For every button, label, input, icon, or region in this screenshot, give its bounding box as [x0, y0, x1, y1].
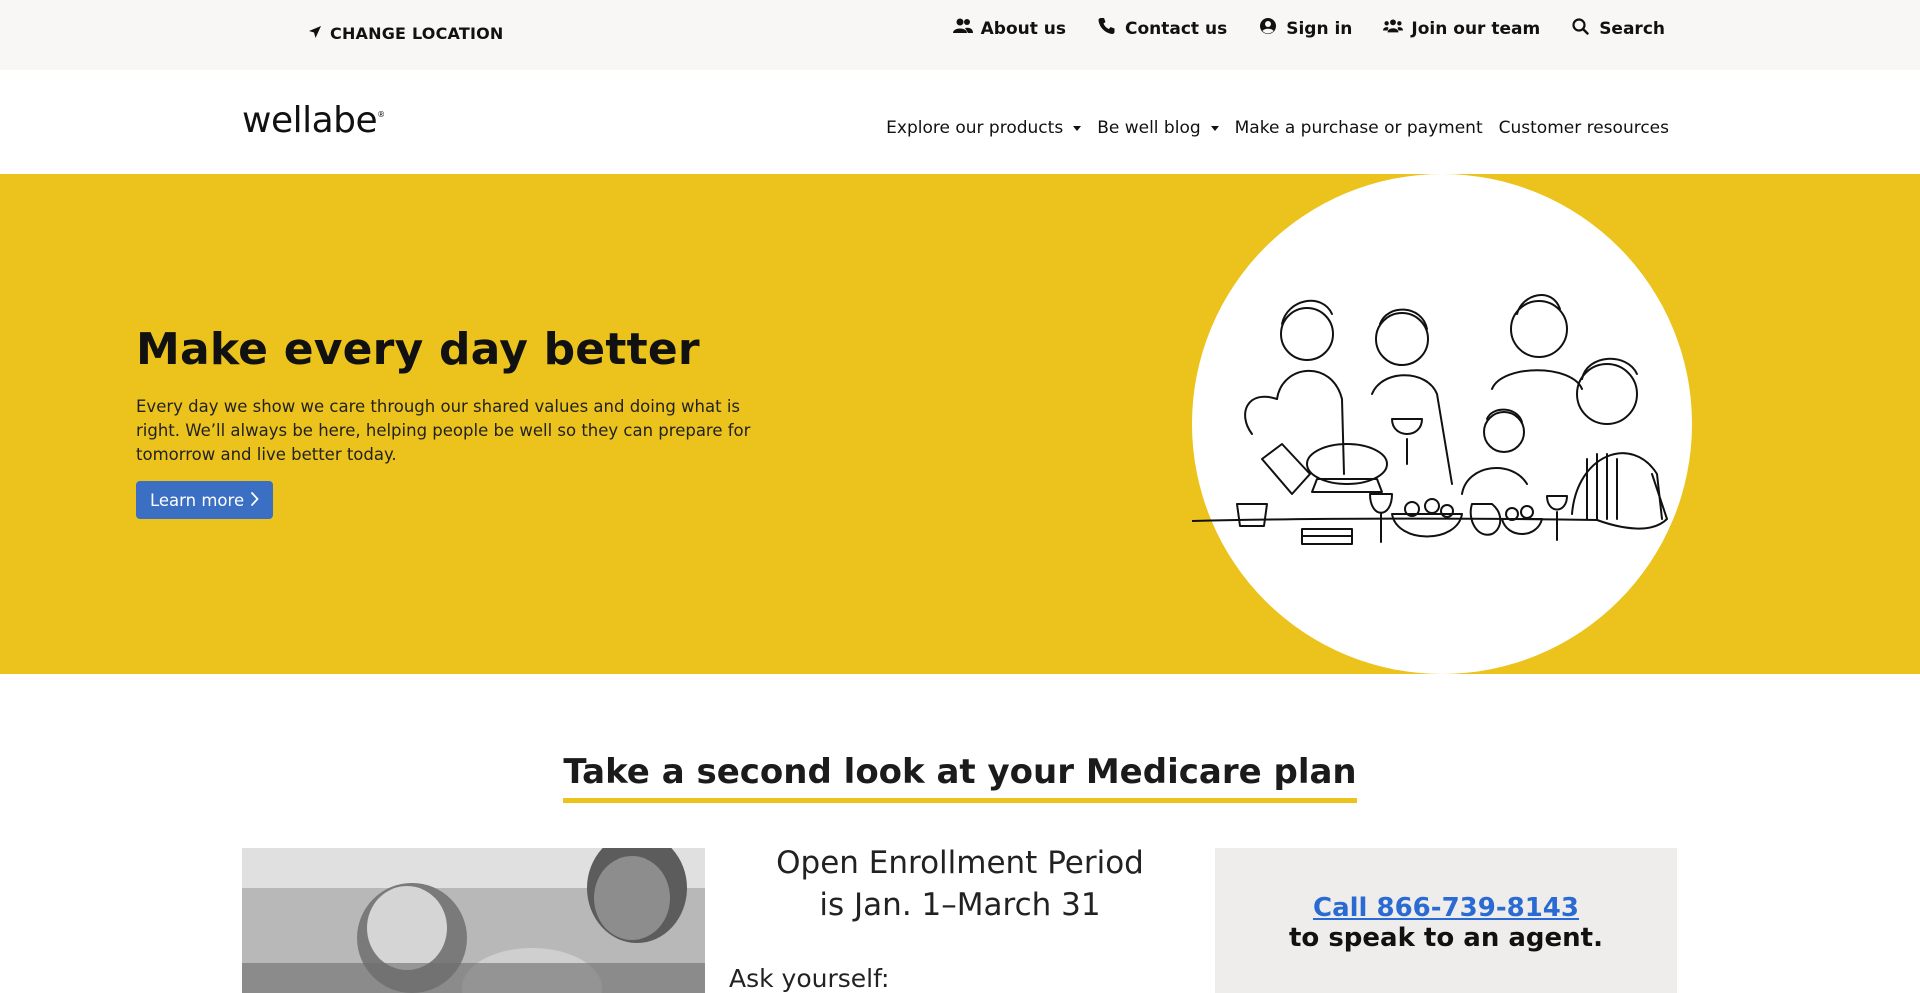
oep-line-1: Open Enrollment Period — [776, 845, 1144, 881]
learn-more-label: Learn more — [150, 490, 245, 510]
nav-customer-resources-label: Customer resources — [1498, 118, 1669, 138]
search-label: Search — [1599, 18, 1665, 39]
nav-be-well-blog-label: Be well blog — [1097, 118, 1201, 138]
ask-yourself-heading: Ask yourself: — [729, 964, 890, 993]
caret-down-icon — [1073, 125, 1082, 131]
medicare-section-title: Take a second look at your Medicare plan — [563, 752, 1357, 803]
nav-make-purchase-label: Make a purchase or payment — [1234, 118, 1483, 138]
nav-explore-products-label: Explore our products — [886, 118, 1064, 138]
chevron-right-icon — [250, 491, 259, 510]
couple-with-dog-photo — [242, 848, 705, 993]
search-link[interactable]: Search — [1571, 17, 1665, 40]
nav-explore-products[interactable]: Explore our products — [886, 118, 1082, 138]
nav-be-well-blog[interactable]: Be well blog — [1097, 118, 1219, 138]
call-agent-subtext: to speak to an agent. — [1288, 923, 1603, 953]
sign-in-link[interactable]: Sign in — [1258, 17, 1352, 40]
call-phone-link[interactable]: Call 866-739-8143 — [1313, 893, 1579, 923]
about-us-label: About us — [980, 18, 1066, 39]
team-icon — [1383, 17, 1404, 40]
oep-line-2: is Jan. 1–March 31 — [819, 887, 1101, 923]
join-our-team-link[interactable]: Join our team — [1383, 17, 1540, 40]
user-circle-icon — [1258, 17, 1278, 40]
join-our-team-label: Join our team — [1411, 18, 1541, 39]
main-nav: wellabe® Explore our products Be well bl… — [0, 70, 1920, 174]
call-agent-box: Call 866-739-8143 to speak to an agent. — [1215, 848, 1677, 993]
family-dinner-illustration — [1192, 294, 1668, 545]
users-icon — [952, 17, 973, 40]
utility-links: About us Contact us Sign in Join our tea… — [952, 17, 1665, 40]
search-icon — [1571, 17, 1591, 40]
phone-icon — [1097, 17, 1117, 40]
nav-items: Explore our products Be well blog Make a… — [886, 118, 1669, 138]
change-location-link[interactable]: CHANGE LOCATION — [308, 24, 504, 43]
change-location-label: CHANGE LOCATION — [330, 24, 504, 43]
contact-us-link[interactable]: Contact us — [1097, 17, 1227, 40]
utility-bar: CHANGE LOCATION About us Contact us Sign… — [0, 0, 1920, 70]
about-us-link[interactable]: About us — [952, 17, 1066, 40]
medicare-section-header: Take a second look at your Medicare plan — [0, 752, 1920, 803]
sign-in-label: Sign in — [1286, 18, 1353, 39]
hero-banner: Make every day better Every day we show … — [0, 174, 1920, 674]
hero-body: Every day we show we care through our sh… — [136, 397, 751, 464]
open-enrollment-text: Open Enrollment Period is Jan. 1–March 3… — [720, 842, 1200, 926]
caret-down-icon — [1210, 125, 1219, 131]
nav-customer-resources[interactable]: Customer resources — [1499, 118, 1669, 138]
contact-us-label: Contact us — [1125, 18, 1228, 39]
wellabe-logo[interactable]: wellabe® — [242, 100, 385, 141]
nav-make-purchase[interactable]: Make a purchase or payment — [1235, 118, 1483, 138]
learn-more-button[interactable]: Learn more — [136, 481, 274, 519]
location-arrow-icon — [308, 24, 322, 43]
hero-title: Make every day better — [136, 324, 700, 375]
